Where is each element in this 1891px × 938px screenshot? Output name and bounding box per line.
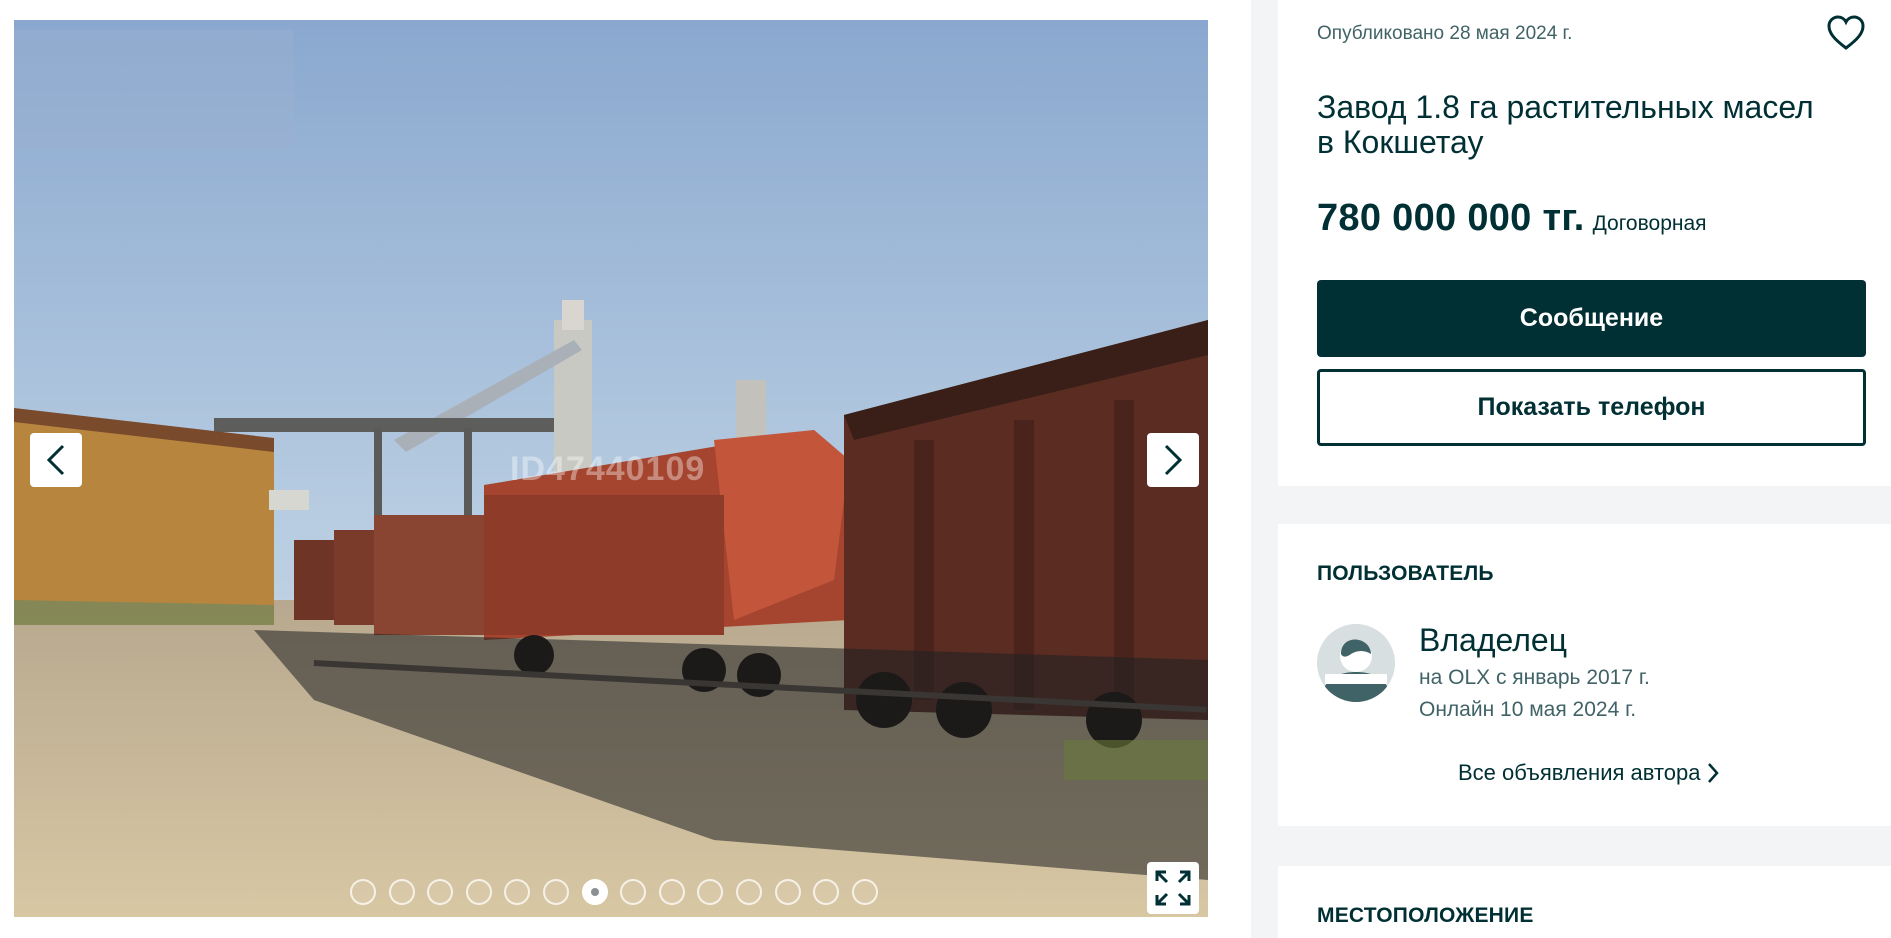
slide-dot[interactable] xyxy=(427,879,454,905)
price-negotiable-label: Договорная xyxy=(1592,212,1707,235)
image-gallery[interactable]: ID47440109 xyxy=(14,20,1208,917)
slide-dot[interactable] xyxy=(658,879,685,905)
user-name: Владелец xyxy=(1419,622,1568,658)
user-member-since: на OLX с январь 2017 г. xyxy=(1419,666,1650,689)
all-ads-label: Все объявления автора xyxy=(1458,760,1701,785)
slide-dot[interactable] xyxy=(620,879,647,905)
chevron-right-small-icon xyxy=(1708,763,1720,783)
published-date: Опубликовано 28 мая 2024 г. xyxy=(1317,23,1573,44)
chevron-left-icon xyxy=(46,444,65,476)
user-section-title: ПОЛЬЗОВАТЕЛЬ xyxy=(1317,562,1494,585)
slide-indicators xyxy=(350,879,878,905)
photo-watermark: ID47440109 xyxy=(510,450,706,488)
listing-title: Завод 1.8 га растительных масел в Кокшет… xyxy=(1317,89,1814,160)
slide-dot[interactable] xyxy=(774,879,801,905)
chevron-right-icon xyxy=(1164,444,1183,476)
avatar xyxy=(1317,624,1395,702)
slide-dot-active[interactable] xyxy=(581,879,608,905)
next-photo-button[interactable] xyxy=(1147,433,1199,487)
listing-card: Опубликовано 28 мая 2024 г. Завод 1.8 га… xyxy=(1278,0,1891,486)
slide-dot[interactable] xyxy=(350,879,376,905)
location-card: МЕСТОПОЛОЖЕНИЕ xyxy=(1278,866,1891,938)
price: 780 000 000 тг. xyxy=(1317,197,1585,239)
message-button[interactable]: Сообщение xyxy=(1317,280,1866,357)
slide-dot[interactable] xyxy=(813,879,840,905)
heart-icon[interactable] xyxy=(1826,14,1866,52)
slide-dot[interactable] xyxy=(465,879,492,905)
slide-dot[interactable] xyxy=(735,879,762,905)
all-author-ads-link[interactable]: Все объявления автора xyxy=(1458,760,1720,786)
previous-photo-button[interactable] xyxy=(30,433,82,487)
price-row: 780 000 000 тг. Договорная xyxy=(1317,197,1707,240)
slide-dot[interactable] xyxy=(542,879,569,905)
slide-dot[interactable] xyxy=(697,879,724,905)
expand-icon xyxy=(1155,870,1191,906)
user-card: ПОЛЬЗОВАТЕЛЬ Владелец на OLX с январь 20… xyxy=(1278,524,1891,826)
fullscreen-button[interactable] xyxy=(1147,862,1199,914)
slide-dot[interactable] xyxy=(504,879,531,905)
location-section-title: МЕСТОПОЛОЖЕНИЕ xyxy=(1317,904,1534,927)
user-avatar-icon xyxy=(1317,624,1395,702)
slide-dot[interactable] xyxy=(388,879,415,905)
show-phone-button[interactable]: Показать телефон xyxy=(1317,369,1866,446)
user-last-online: Онлайн 10 мая 2024 г. xyxy=(1419,698,1637,721)
slide-dot[interactable] xyxy=(851,879,878,905)
